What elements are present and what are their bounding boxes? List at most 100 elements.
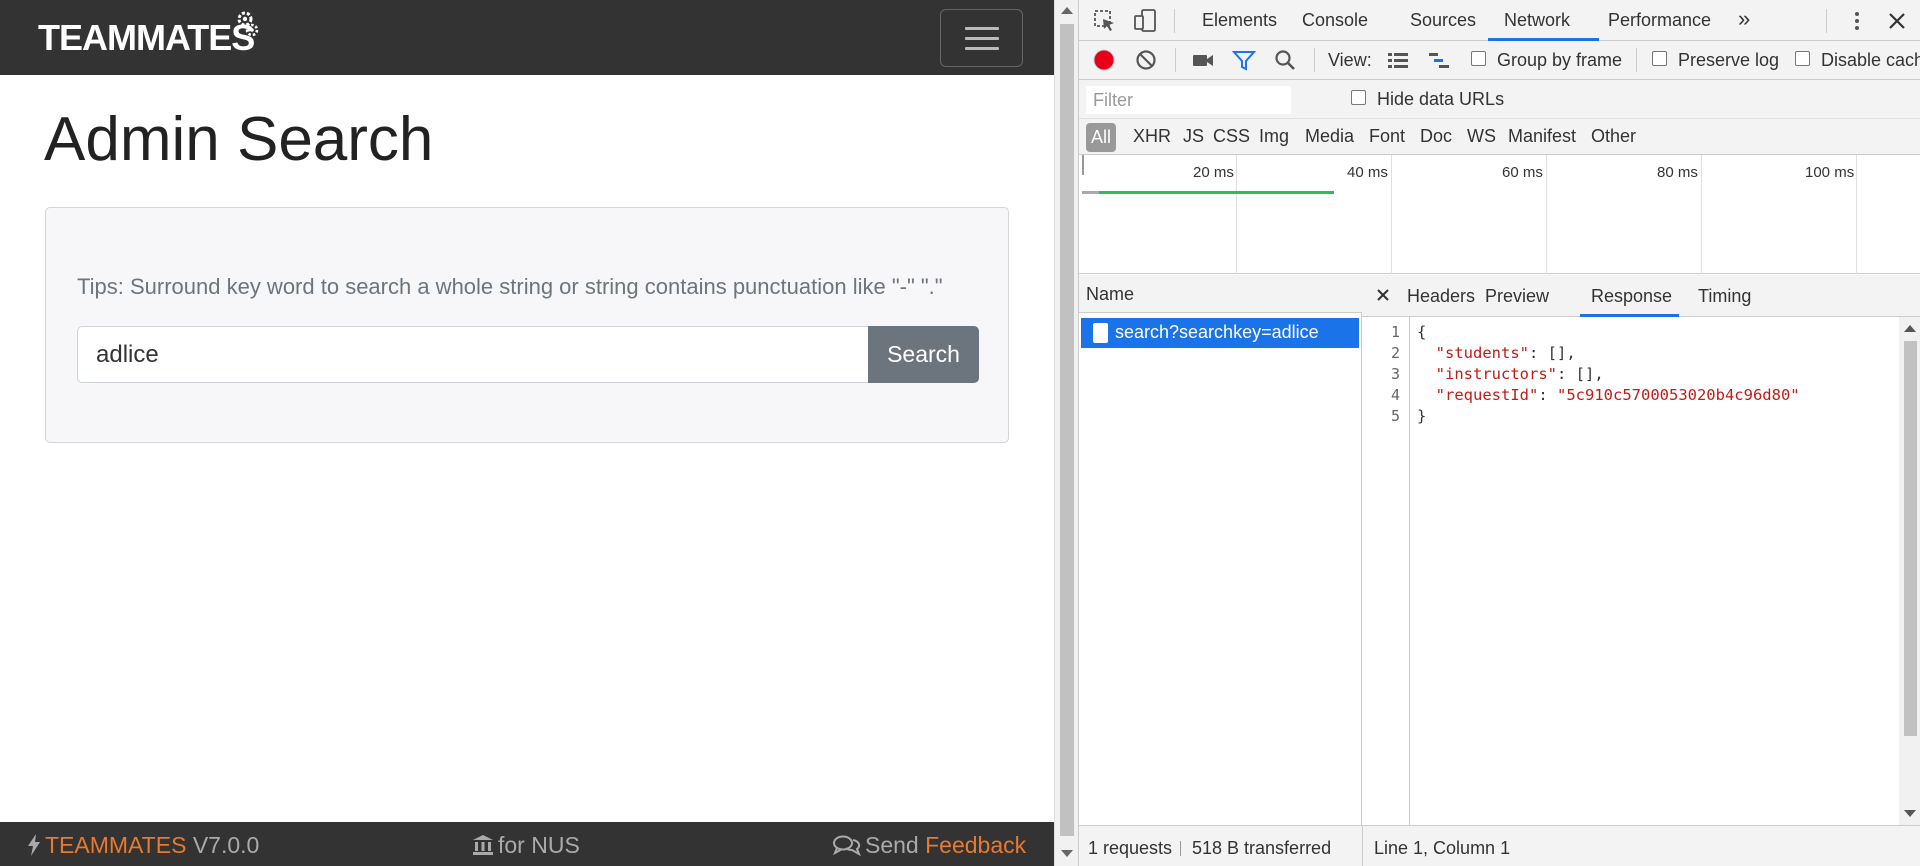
tab-preview[interactable]: Preview — [1485, 286, 1549, 307]
hide-data-urls-label: Hide data URLs — [1377, 89, 1505, 109]
search-input[interactable] — [77, 326, 869, 383]
response-scrollbar[interactable] — [1899, 317, 1920, 825]
tab-elements[interactable]: Elements — [1202, 10, 1277, 31]
timeline-label: 80 ms — [1657, 164, 1698, 181]
request-count: 1 requests — [1088, 838, 1173, 858]
tab-response[interactable]: Response — [1591, 286, 1672, 307]
preserve-log-checkbox[interactable] — [1652, 51, 1667, 66]
institution-icon — [473, 835, 493, 855]
scroll-down-arrow[interactable] — [1061, 850, 1073, 857]
type-filter-media[interactable]: Media — [1305, 126, 1354, 147]
large-rows-icon[interactable] — [1386, 48, 1410, 72]
json-key: "students" — [1435, 344, 1529, 362]
status-divider — [1180, 841, 1181, 856]
filter-input[interactable] — [1086, 86, 1291, 114]
line-number: 5 — [1390, 407, 1400, 425]
footer-version-number: V7.0.0 — [192, 832, 260, 858]
footer-institute-label: for NUS — [498, 832, 580, 858]
record-icon[interactable] — [1092, 48, 1116, 72]
footer-brand-link[interactable]: TEAMMATES — [45, 832, 186, 858]
navbar: TEAMMATES — [0, 0, 1054, 75]
footer-send-label: Send — [865, 832, 919, 858]
json-value: "5c910c5700053020b4c96d80" — [1557, 386, 1800, 404]
timeline-label: 20 ms — [1193, 164, 1234, 181]
search-card: Tips: Surround key word to search a whol… — [45, 207, 1009, 443]
group-by-frame-checkbox[interactable] — [1471, 51, 1486, 66]
screenshot-camera-icon[interactable] — [1191, 48, 1215, 72]
timeline-handle[interactable] — [1082, 155, 1084, 175]
type-filter-xhr[interactable]: XHR — [1133, 126, 1171, 147]
code-line: { — [1417, 323, 1427, 341]
timeline-gridline — [1546, 155, 1547, 274]
toolbar-divider — [1314, 48, 1315, 72]
comments-icon — [833, 835, 861, 856]
devtools-panel: Elements Console Sources Network Perform… — [1078, 0, 1920, 866]
screen: TEAMMATES Admin Search Tips: Surround ke… — [0, 0, 1920, 866]
response-body[interactable]: { "students": [], "instructors": [], "re… — [1417, 317, 1887, 825]
tab-performance[interactable]: Performance — [1608, 10, 1711, 31]
timeline-gridline — [1391, 155, 1392, 274]
scroll-down-arrow[interactable] — [1904, 810, 1916, 817]
teammates-logo[interactable]: TEAMMATES — [38, 18, 255, 58]
type-filter-img[interactable]: Img — [1259, 126, 1289, 147]
filter-bar: Hide data URLs — [1079, 80, 1920, 119]
network-toolbar: View: Group by frame Preserve log Disabl… — [1079, 41, 1920, 80]
type-filter-other[interactable]: Other — [1591, 126, 1636, 147]
line-number: 4 — [1390, 386, 1400, 404]
tab-network[interactable]: Network — [1504, 10, 1570, 31]
filter-icon[interactable] — [1232, 48, 1256, 72]
close-devtools-icon[interactable] — [1885, 9, 1909, 33]
close-detail-icon[interactable] — [1376, 288, 1390, 302]
transferred-size: 518 B transferred — [1192, 838, 1332, 858]
more-tabs-icon[interactable]: » — [1738, 6, 1750, 32]
type-filter-doc[interactable]: Doc — [1420, 126, 1452, 147]
tab-sources[interactable]: Sources — [1410, 10, 1476, 31]
menu-toggle-button[interactable] — [940, 9, 1023, 67]
search-icon[interactable] — [1273, 48, 1297, 72]
search-button[interactable]: Search — [868, 326, 979, 383]
scroll-up-arrow[interactable] — [1904, 325, 1916, 332]
waterfall-icon[interactable] — [1427, 48, 1451, 72]
group-by-frame-label: Group by frame — [1497, 50, 1623, 70]
clear-icon[interactable] — [1134, 48, 1158, 72]
status-divider — [1362, 826, 1363, 866]
type-filter-css[interactable]: CSS — [1213, 126, 1250, 147]
request-row[interactable]: search?searchkey=adlice — [1081, 318, 1359, 348]
toolbar-divider — [1175, 48, 1176, 72]
hide-data-urls-checkbox[interactable] — [1351, 90, 1366, 105]
json-colon: : — [1538, 386, 1557, 404]
line-number-gutter: 1 2 3 4 5 — [1362, 317, 1410, 825]
feedback-link[interactable]: Feedback — [925, 832, 1026, 858]
name-column-header[interactable]: Name — [1079, 275, 1362, 313]
scroll-up-arrow[interactable] — [1061, 7, 1073, 14]
json-key: "requestId" — [1435, 386, 1539, 404]
tab-console[interactable]: Console — [1302, 10, 1368, 31]
cursor-position: Line 1, Column 1 — [1374, 838, 1511, 858]
kebab-menu-icon[interactable] — [1845, 9, 1869, 33]
type-filter-all[interactable]: All — [1086, 123, 1116, 152]
type-filter-manifest[interactable]: Manifest — [1508, 126, 1576, 147]
device-toolbar-icon[interactable] — [1133, 9, 1157, 33]
tab-headers[interactable]: Headers — [1407, 286, 1475, 307]
document-icon — [1093, 323, 1108, 343]
hamburger-bar — [965, 27, 999, 30]
type-filter-font[interactable]: Font — [1369, 126, 1405, 147]
timeline-overview[interactable]: 20 ms 40 ms 60 ms 80 ms 100 ms — [1079, 155, 1920, 274]
timeline-label: 100 ms — [1805, 164, 1855, 181]
code-line: "students": [], — [1417, 343, 1576, 364]
footer-institute: for NUS — [472, 832, 580, 859]
type-filter-js[interactable]: JS — [1183, 126, 1204, 147]
scrollbar-thumb[interactable] — [1060, 24, 1074, 836]
view-label: View: — [1328, 50, 1372, 70]
type-filter-ws[interactable]: WS — [1467, 126, 1496, 147]
scrollbar-thumb[interactable] — [1904, 341, 1917, 736]
request-detail-panel: Headers Preview Response Timing 1 2 3 4 … — [1362, 275, 1920, 825]
requests-panel: Name search?searchkey=adlice — [1079, 275, 1362, 825]
app-page: TEAMMATES Admin Search Tips: Surround ke… — [0, 0, 1054, 866]
page-scrollbar[interactable] — [1054, 0, 1078, 866]
timeline-gridline — [1856, 155, 1857, 274]
disable-cache-checkbox[interactable] — [1795, 51, 1810, 66]
inspect-element-icon[interactable] — [1093, 9, 1117, 33]
tab-timing[interactable]: Timing — [1698, 286, 1751, 307]
toolbar-divider — [1636, 48, 1637, 72]
